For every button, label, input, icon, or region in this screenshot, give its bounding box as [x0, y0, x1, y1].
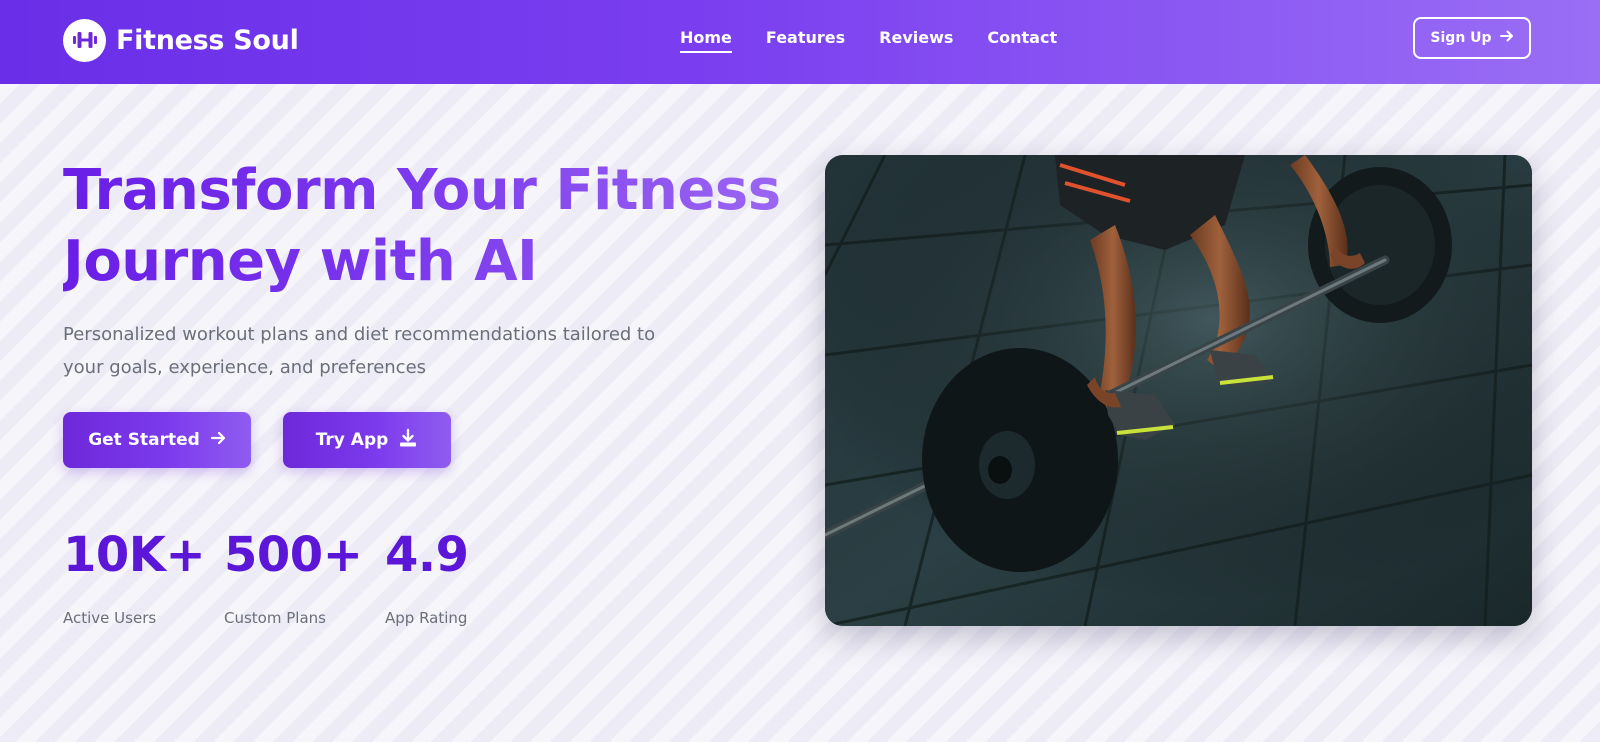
hero-image — [825, 155, 1532, 626]
try-app-label: Try App — [315, 430, 389, 450]
stat-label: App Rating — [385, 609, 468, 627]
site-header: Fitness Soul Home Features Reviews Conta… — [0, 0, 1600, 84]
hero-title-line1: Transform Your Fitness — [63, 158, 781, 223]
hero-subtitle: Personalized workout plans and diet reco… — [63, 324, 656, 378]
sign-up-button[interactable]: Sign Up — [1413, 17, 1531, 59]
stat-value: 500+ — [224, 527, 363, 583]
nav-home[interactable]: Home — [680, 28, 732, 53]
arrow-right-icon — [1499, 29, 1514, 47]
try-app-button[interactable]: Try App — [283, 412, 451, 468]
nav-contact[interactable]: Contact — [987, 28, 1057, 51]
stat-custom-plans: 500+ Custom Plans — [224, 526, 363, 627]
nav-features[interactable]: Features — [766, 28, 845, 51]
brand-logo[interactable]: Fitness Soul — [63, 18, 299, 62]
hero-title: Transform Your Fitness Journey with AI — [63, 155, 783, 297]
dumbbell-icon — [63, 18, 106, 62]
nav-reviews[interactable]: Reviews — [879, 28, 953, 51]
stat-value: 10K+ — [63, 527, 206, 583]
stat-label: Active Users — [63, 609, 157, 627]
get-started-label: Get Started — [88, 430, 200, 450]
get-started-button[interactable]: Get Started — [63, 412, 251, 468]
hero-title-line2: Journey with AI — [63, 229, 538, 294]
stat-app-rating: 4.9 App Rating — [385, 526, 469, 627]
sign-up-label: Sign Up — [1430, 30, 1492, 46]
main-nav: Home Features Reviews Contact — [680, 28, 1057, 53]
arrow-right-icon — [210, 430, 226, 451]
stat-active-users: 10K+ Active Users — [63, 526, 206, 627]
brand-name: Fitness Soul — [116, 24, 299, 56]
barbell-photo-illustration — [825, 155, 1532, 626]
download-icon — [398, 428, 418, 453]
stat-label: Custom Plans — [224, 609, 326, 627]
stat-value: 4.9 — [385, 527, 469, 583]
